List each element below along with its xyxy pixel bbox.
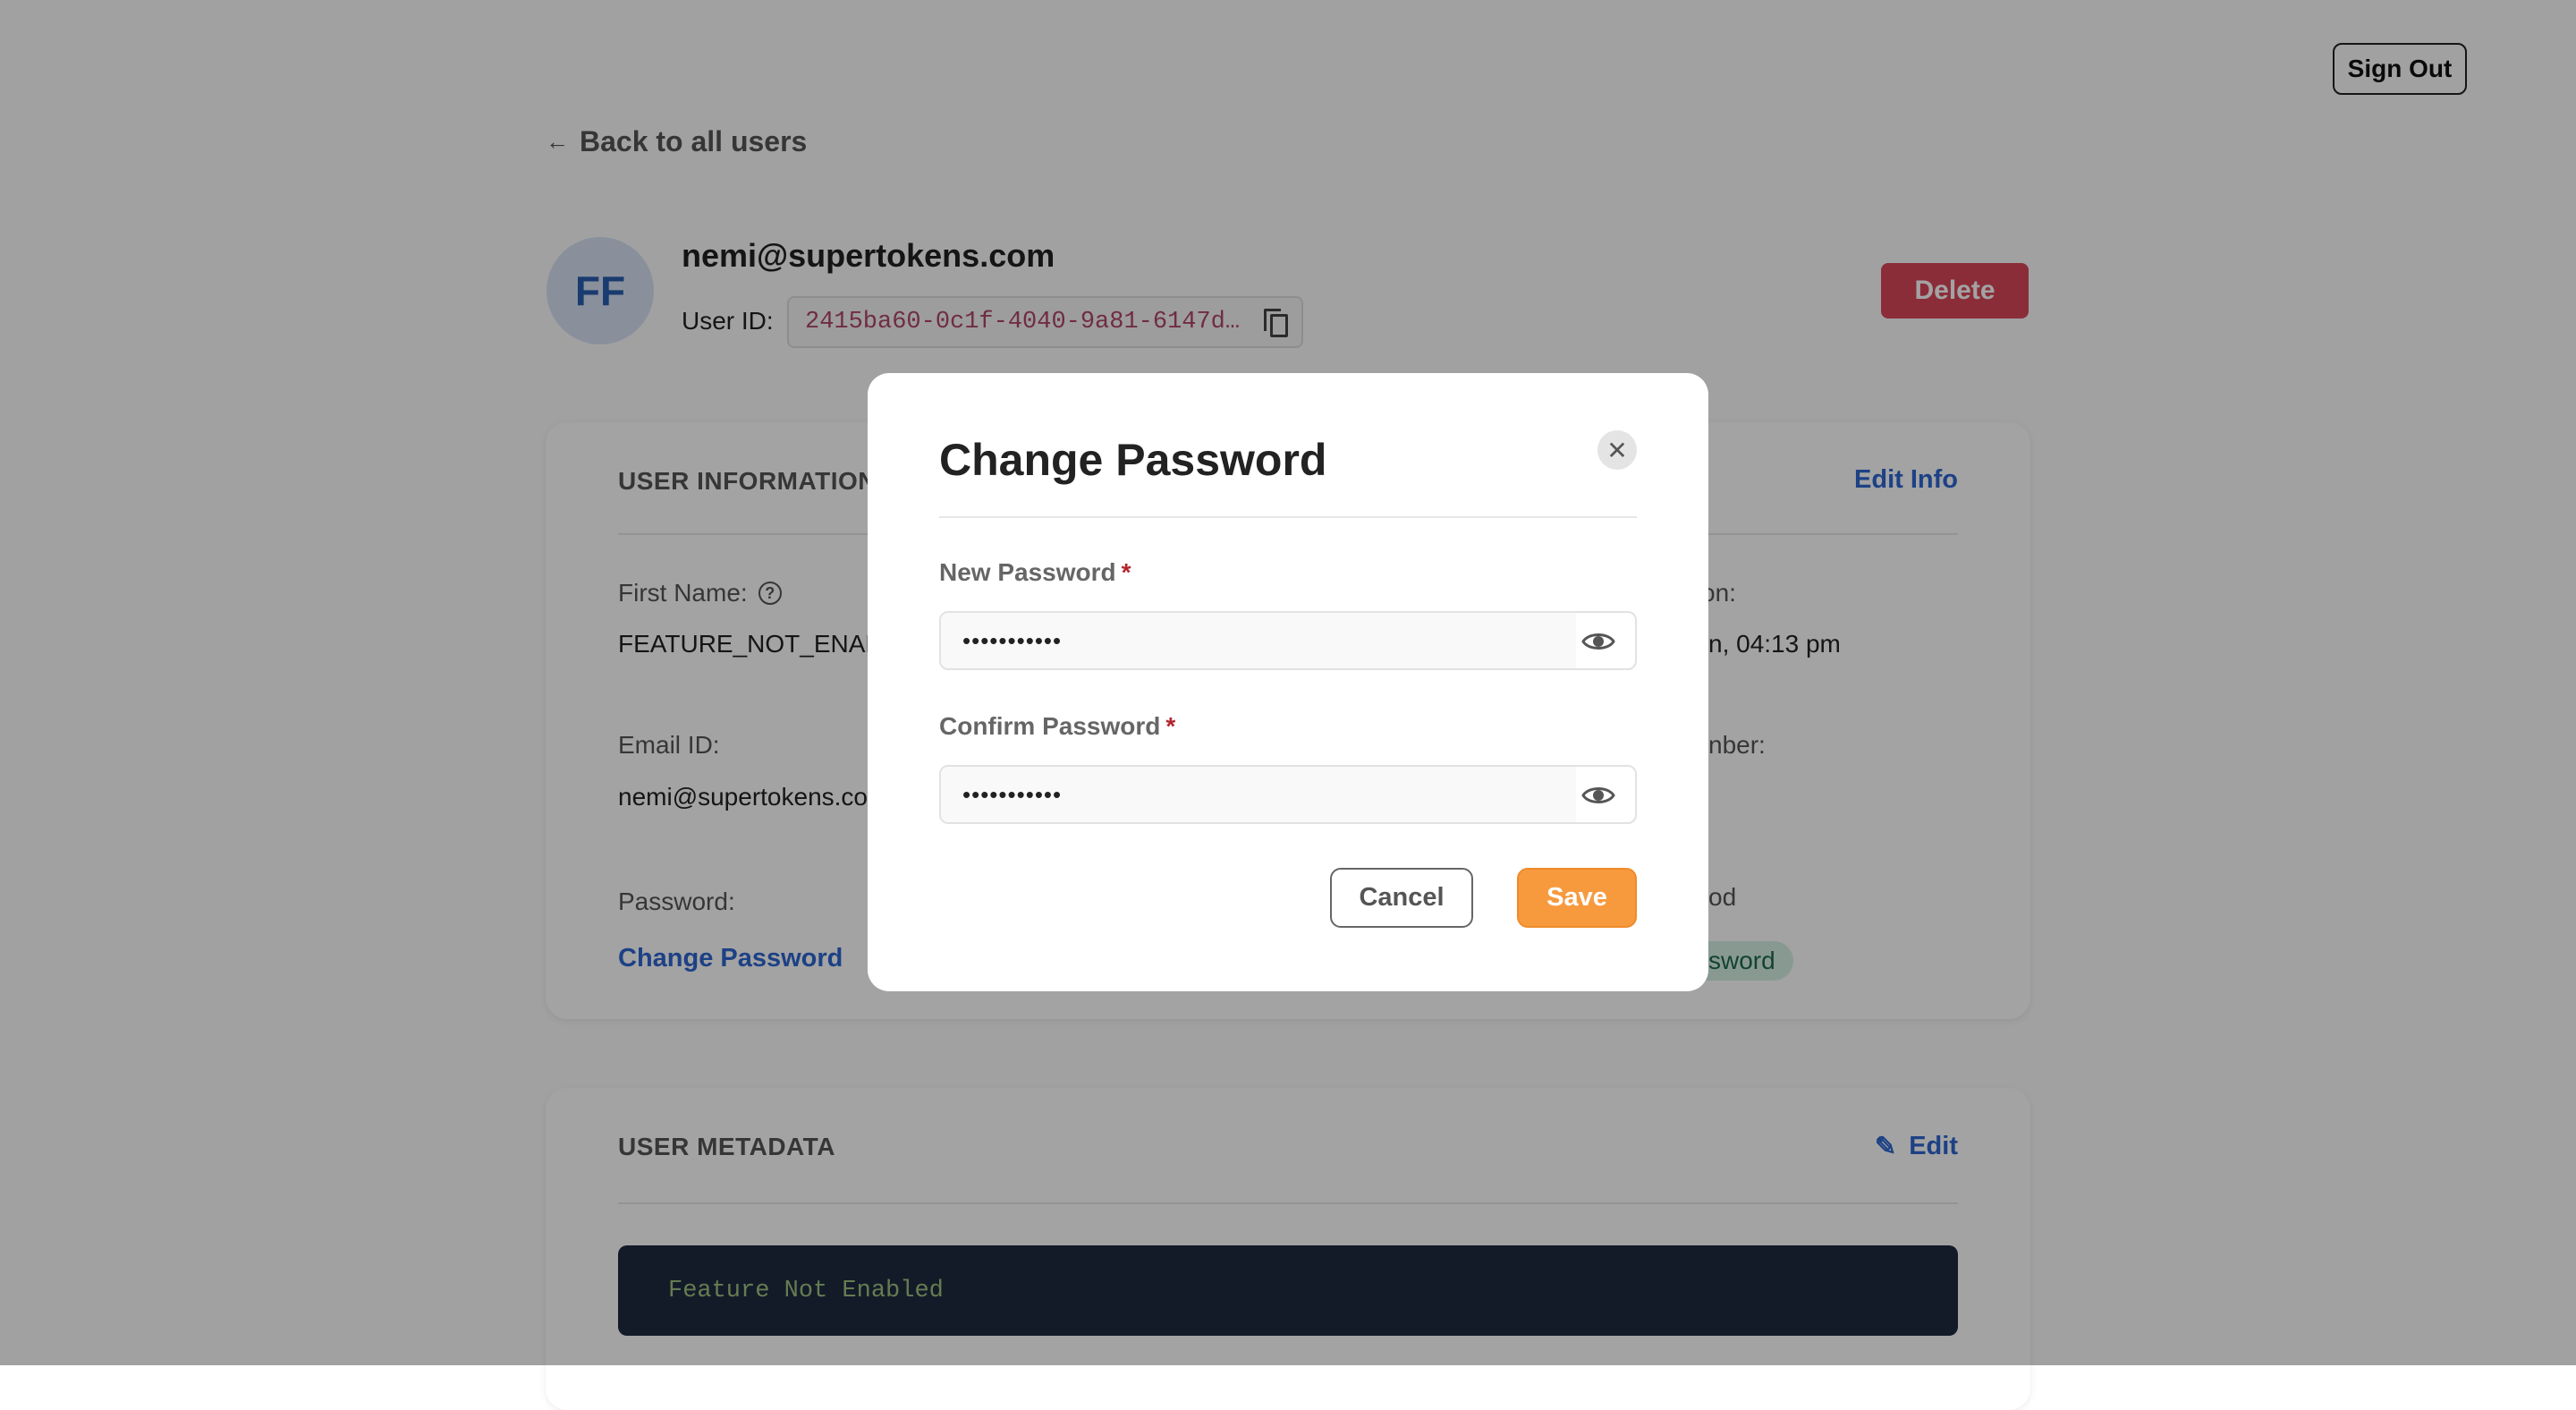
confirm-password-input[interactable]	[941, 767, 1576, 822]
new-password-label: New Password *	[939, 558, 1131, 587]
eye-icon[interactable]	[1581, 784, 1615, 807]
modal-divider	[939, 516, 1637, 518]
confirm-password-field[interactable]	[939, 765, 1637, 824]
required-mark: *	[1121, 558, 1131, 586]
new-password-label-text: New Password	[939, 558, 1116, 586]
cancel-button[interactable]: Cancel	[1330, 868, 1473, 928]
required-mark: *	[1165, 712, 1176, 740]
save-button[interactable]: Save	[1517, 868, 1637, 928]
new-password-input[interactable]	[941, 613, 1576, 668]
close-icon[interactable]: ✕	[1597, 430, 1637, 470]
confirm-password-label: Confirm Password *	[939, 712, 1175, 741]
new-password-field[interactable]	[939, 611, 1637, 670]
confirm-password-label-text: Confirm Password	[939, 712, 1161, 740]
modal-title: Change Password	[939, 435, 1327, 485]
eye-icon[interactable]	[1581, 630, 1615, 653]
change-password-modal: Change Password ✕ New Password* Confirm …	[868, 373, 1708, 991]
